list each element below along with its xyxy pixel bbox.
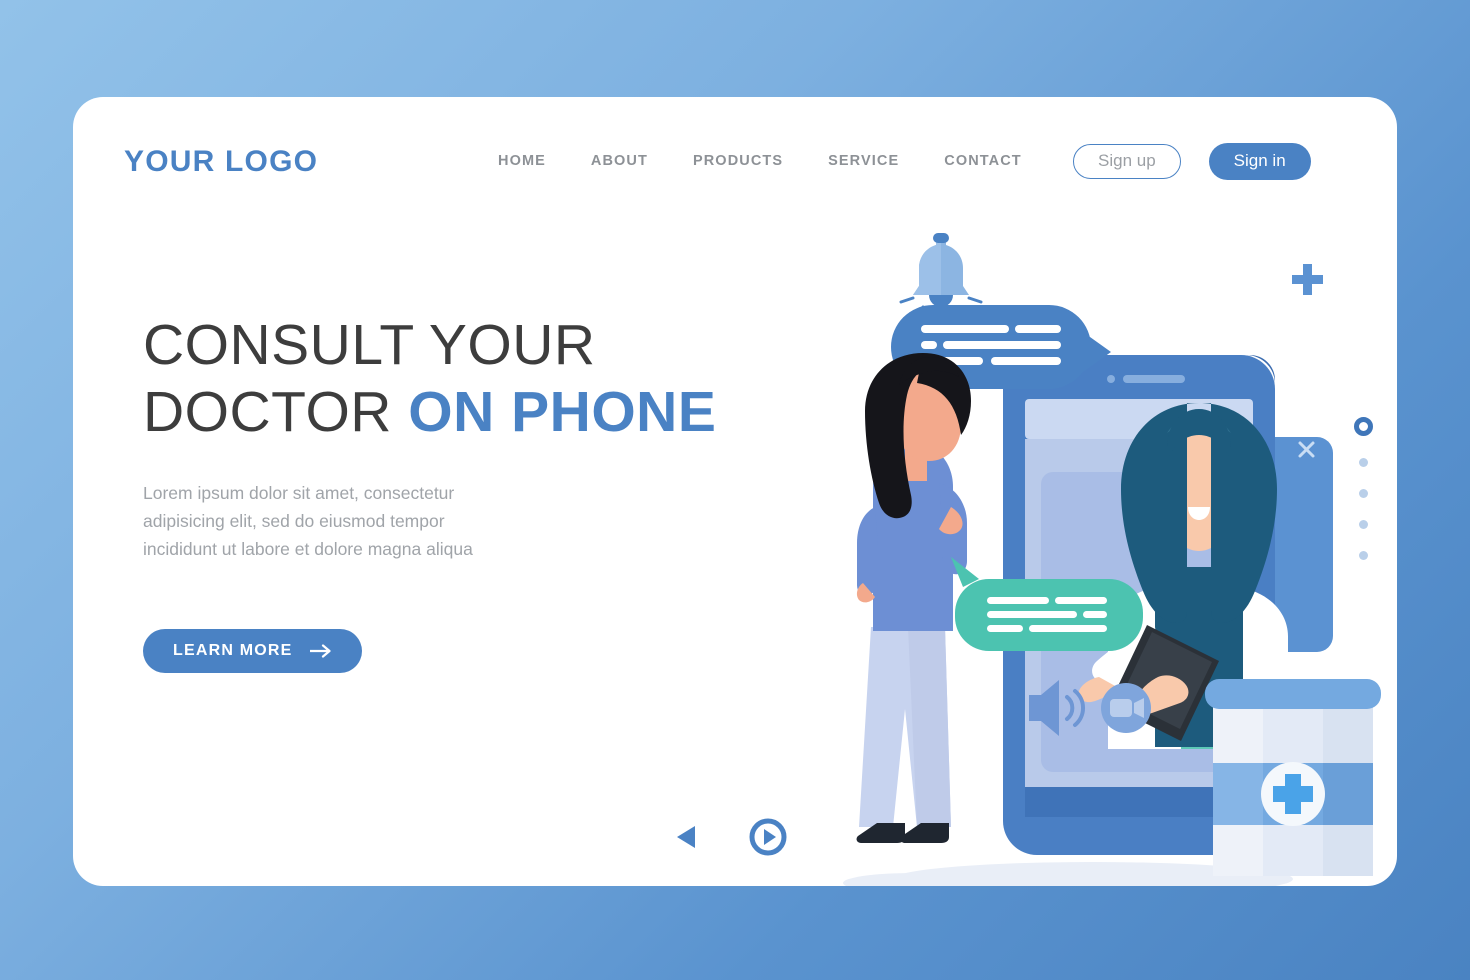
hero-section: CONSULT YOUR DOCTOR ON PHONE Lorem ipsum… (143, 312, 763, 673)
sign-up-button[interactable]: Sign up (1073, 144, 1181, 179)
nav-item-about[interactable]: ABOUT (591, 153, 648, 169)
medicine-bottle (1205, 679, 1381, 876)
play-circle-icon[interactable] (749, 818, 787, 856)
carousel-dot-1[interactable] (1354, 417, 1373, 436)
headline-accent: ON PHONE (408, 380, 717, 445)
carousel-dot-indicators (1354, 417, 1373, 560)
nav-item-products[interactable]: PRODUCTS (693, 153, 783, 169)
sign-in-button[interactable]: Sign in (1208, 143, 1311, 180)
nav-item-home[interactable]: HOME (498, 153, 546, 169)
medical-cross-icon (1261, 762, 1325, 826)
triangle-left-icon[interactable] (673, 823, 699, 851)
main-navigation: HOME ABOUT PRODUCTS SERVICE CONTACT (498, 153, 1022, 169)
carousel-dot-3[interactable] (1359, 489, 1368, 498)
learn-more-label: LEARN MORE (173, 641, 293, 659)
video-camera-icon (1101, 683, 1151, 733)
carousel-dot-2[interactable] (1359, 458, 1368, 467)
carousel-controls (673, 818, 787, 856)
nav-item-contact[interactable]: CONTACT (944, 153, 1022, 169)
auth-buttons: Sign up Sign in (1073, 143, 1311, 180)
hero-illustration (763, 207, 1383, 886)
plus-icon (1292, 264, 1323, 295)
learn-more-button[interactable]: LEARN MORE (143, 628, 362, 673)
landing-page-card: YOUR LOGO HOME ABOUT PRODUCTS SERVICE CO… (73, 97, 1397, 886)
hero-paragraph: Lorem ipsum dolor sit amet, consectetur … (143, 482, 473, 560)
arrow-right-icon (309, 643, 332, 658)
carousel-dot-5[interactable] (1359, 551, 1368, 560)
nav-item-service[interactable]: SERVICE (828, 153, 899, 169)
carousel-dot-4[interactable] (1359, 520, 1368, 529)
page-title: CONSULT YOUR DOCTOR ON PHONE (143, 312, 763, 447)
brand-logo[interactable]: YOUR LOGO (124, 145, 318, 179)
patient-avatar (856, 353, 971, 843)
